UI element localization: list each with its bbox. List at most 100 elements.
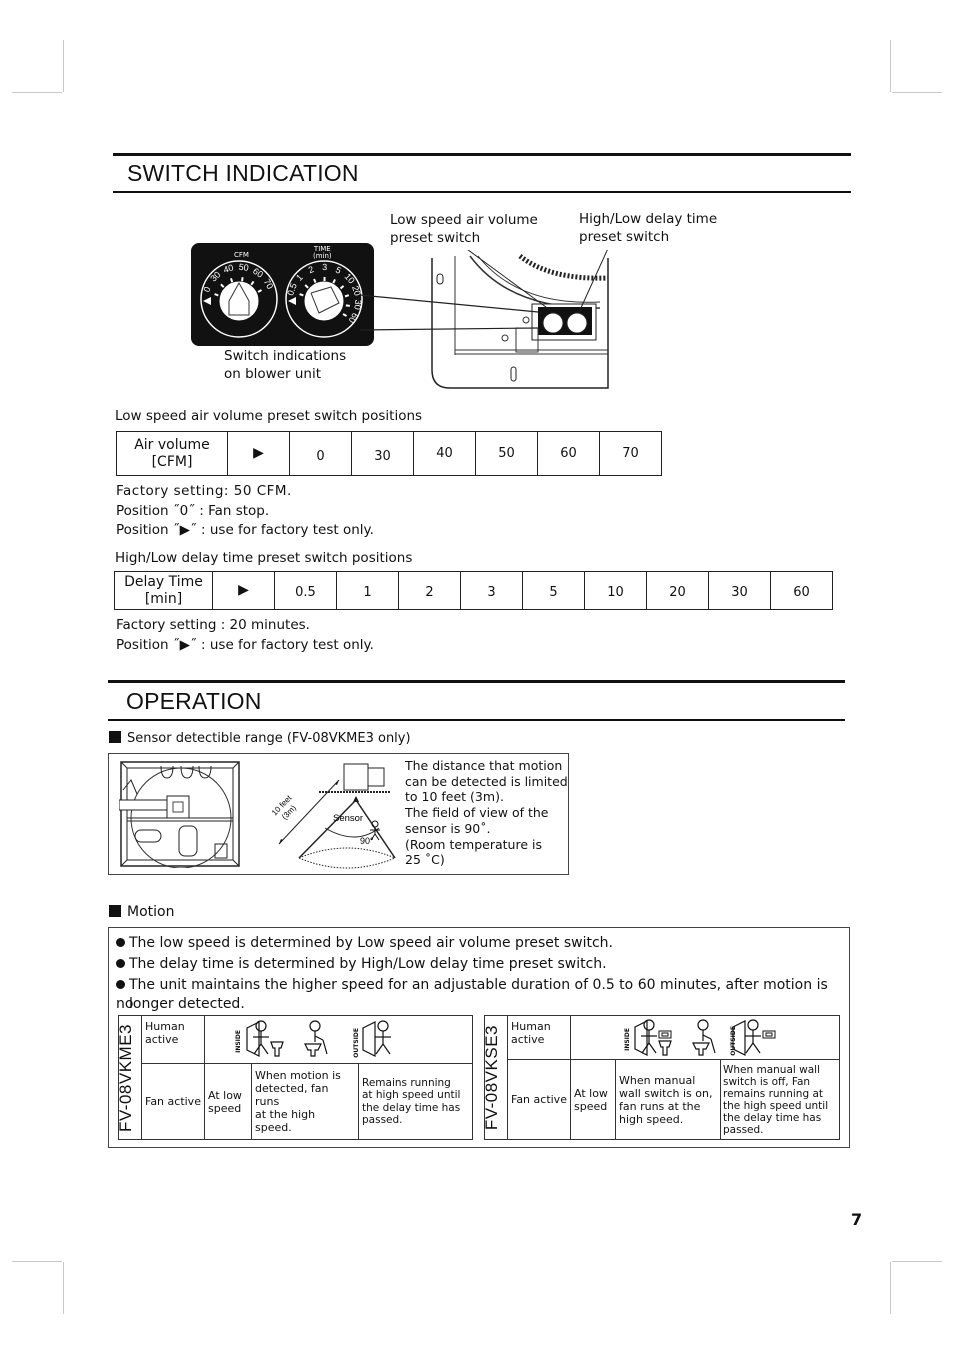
cell-line: high speed. xyxy=(619,1112,684,1126)
cell-line: When motion is xyxy=(255,1069,341,1082)
dial-tick xyxy=(214,293,219,297)
model-cell: FV-08VKSE3 xyxy=(482,1015,508,1140)
sensor-cone-diagram: 10 feet (3m) Sensor 90° xyxy=(270,763,396,869)
cell-line: When manual wall xyxy=(723,1063,821,1076)
dial-tick xyxy=(299,293,304,297)
human-label-cell: Human active xyxy=(141,1015,205,1064)
heading-text: Sensor detectible range (FV-08VKME3 only… xyxy=(127,731,411,746)
position-cell: 40 xyxy=(413,431,476,476)
header-line: [min] xyxy=(144,590,183,607)
label-line: active xyxy=(511,1033,545,1046)
cell-line: wall switch is on, xyxy=(619,1086,713,1100)
crop-mark xyxy=(890,1262,891,1314)
blower-unit-illustration xyxy=(360,250,609,389)
section-header-switch-indication: SWITCH INDICATION xyxy=(113,153,851,193)
cell-line: Remains running xyxy=(362,1076,451,1089)
position-cell-test: ▶ xyxy=(212,571,275,610)
delay-notes: Factory setting : 20 minutes. Position ˝… xyxy=(116,615,374,655)
table-header-cell: Delay Time [min] xyxy=(114,571,213,610)
header-line: Air volume xyxy=(134,436,210,453)
fan-state-high: When motion is detected, fan runs at the… xyxy=(251,1063,359,1140)
fan-state-high: When manual wall switch is on, fan runs … xyxy=(615,1059,721,1140)
cell-line: remains running at xyxy=(723,1087,823,1100)
model-label: FV-08VKSE3 xyxy=(482,1024,501,1131)
position-cell: 20 xyxy=(646,571,709,610)
human-activity-illustration: INSIDE OUTSIDE xyxy=(570,1015,840,1060)
square-bullet-icon xyxy=(109,905,121,917)
table-header-cell: Air volume [CFM] xyxy=(116,431,228,476)
cell-line: speed xyxy=(574,1099,608,1113)
bullet-dot-icon xyxy=(116,980,125,989)
callout-low-speed: Low speed air volume preset switch xyxy=(390,211,538,247)
people-figures xyxy=(246,1020,391,1057)
section-header-operation: OPERATION xyxy=(108,680,845,721)
label-line: Human xyxy=(145,1020,185,1033)
header-line: [CFM] xyxy=(151,453,193,470)
bullet-dot-icon xyxy=(116,938,125,947)
sensor-range-heading: Sensor detectible range (FV-08VKME3 only… xyxy=(109,730,411,748)
dial-tick xyxy=(241,277,244,282)
cell-line: detected, fan runs xyxy=(255,1082,329,1108)
note-position-zero: Position ˝0˝ : Fan stop. xyxy=(116,502,270,519)
model-label: FV-08VKME3 xyxy=(116,1023,135,1132)
position-cell: 60 xyxy=(770,571,833,610)
cell-line: speed xyxy=(208,1101,242,1115)
people-figures xyxy=(634,1019,776,1056)
section-title: SWITCH INDICATION xyxy=(127,160,359,186)
position-cell: 30 xyxy=(351,431,414,476)
table-row-human: FV-08VKME3 Human active INSIDE OUTSIDE xyxy=(116,1015,473,1140)
human-activity-illustration: INSIDE OUTSIDE xyxy=(204,1015,473,1064)
motion-heading: Motion xyxy=(109,903,174,921)
position-cell: 1 xyxy=(336,571,399,610)
motion-table-vkse3: FV-08VKSE3 Human active INSIDE OUTSIDE F… xyxy=(482,1015,840,1140)
page-number: 7 xyxy=(851,1210,863,1229)
cfm-notes: Factory setting: 50 CFM. Position ˝0˝ : … xyxy=(116,482,374,541)
position-cell-test: ▶ xyxy=(227,431,290,476)
callout-line: preset switch xyxy=(579,229,670,245)
delay-positions-table: Delay Time [min] ▶ 0.5 1 2 3 5 10 20 30 … xyxy=(114,571,833,610)
table-row-fan: Fan active At low speed When manual wall… xyxy=(485,1059,840,1140)
dial-tick xyxy=(313,278,317,284)
motion-bullet-continuation: longer detected. xyxy=(129,996,245,1012)
crop-mark xyxy=(63,40,64,92)
bullet-text: The low speed is determined by Low speed… xyxy=(129,935,613,951)
cell-line: the high speed until xyxy=(723,1099,829,1112)
cell-line: At low xyxy=(208,1088,242,1102)
human-label-cell: Human active xyxy=(507,1015,571,1060)
position-cell: 10 xyxy=(584,571,647,610)
label-line: active xyxy=(145,1033,179,1046)
section-title: OPERATION xyxy=(126,688,262,714)
dials-svg: 03040 50 6070 0.512 3 510203060 xyxy=(200,260,363,338)
position-cell: 60 xyxy=(537,431,600,476)
position-cell: 70 xyxy=(599,431,662,476)
sensor-text-line: The field of view of the xyxy=(405,805,549,821)
dial-tick xyxy=(230,277,234,283)
crop-mark xyxy=(892,92,942,93)
position-cell: 5 xyxy=(522,571,585,610)
motion-bullet: The low speed is determined by Low speed… xyxy=(116,934,613,953)
callout-line: Low speed air volume xyxy=(390,212,538,228)
fan-state-low: At low speed xyxy=(570,1059,616,1140)
caption-line: Switch indications xyxy=(224,348,347,364)
cell-line: the delay time has xyxy=(723,1111,822,1124)
crop-mark xyxy=(12,92,62,93)
dial-mark-label: 50 xyxy=(238,262,249,273)
callout-line: High/Low delay time xyxy=(579,211,718,227)
fan-state-delay: Remains running at high speed until the … xyxy=(358,1063,473,1140)
label-line: Human xyxy=(511,1020,551,1033)
position-cell: 50 xyxy=(475,431,538,476)
switch-dials-panel: CFM TIME (min) 0 30 40 50 60 70 0.5 1 2 3 5 10 20 30 6… xyxy=(191,243,374,346)
callout-delay-time: High/Low delay time preset switch xyxy=(579,210,717,246)
position-cell: 0 xyxy=(289,431,352,476)
sensor-text-line: sensor is 90˚. xyxy=(405,820,491,836)
sensor-text-line: 25 ˚C) xyxy=(405,852,445,868)
note-factory-setting: Factory setting : 20 minutes. xyxy=(116,617,310,633)
bullet-text: The delay time is determined by High/Low… xyxy=(129,956,607,972)
sensor-label: Sensor xyxy=(333,813,363,824)
callout-line: preset switch xyxy=(390,230,481,246)
table-row-human: FV-08VKSE3 Human active INSIDE OUTSIDE xyxy=(482,1015,840,1140)
table-row-fan: Fan active At low speed When motion is d… xyxy=(119,1063,473,1140)
dial-mark-label: 3 xyxy=(322,262,327,272)
delay-table-heading: High/Low delay time preset switch positi… xyxy=(115,550,413,566)
sensor-description: The distance that motion can be detected… xyxy=(405,758,568,868)
